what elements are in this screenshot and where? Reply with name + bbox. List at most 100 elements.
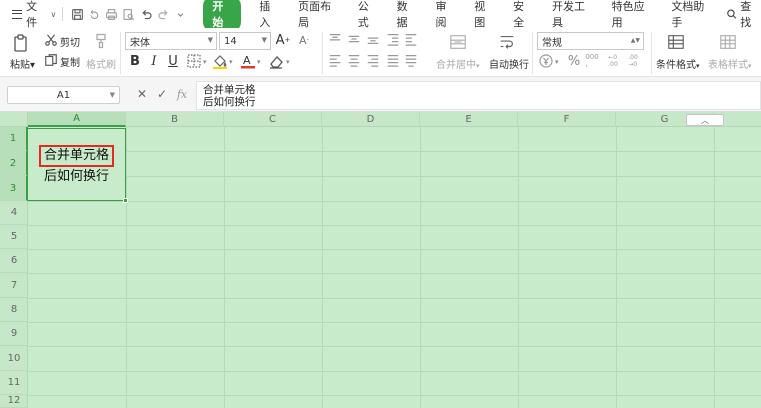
tab-review[interactable]: 审阅 xyxy=(426,0,465,29)
chevron-down-icon[interactable]: ▾ xyxy=(555,58,559,66)
row-header-12[interactable]: 12 xyxy=(0,395,28,408)
merge-center-label: 合并居中 xyxy=(436,60,476,71)
formula-input[interactable]: 合并单元格 后如何换行 xyxy=(196,81,761,110)
row-header-1[interactable]: 1 xyxy=(0,127,28,151)
row-header-10[interactable]: 10 xyxy=(0,346,28,371)
distributed-align-icon[interactable] xyxy=(404,53,418,67)
italic-button[interactable]: I xyxy=(146,53,162,69)
justify-icon[interactable] xyxy=(386,53,400,67)
chevron-down-icon[interactable]: ▾ xyxy=(229,58,233,66)
wrap-text-button[interactable]: 自动换行 xyxy=(489,56,529,71)
copy-icon[interactable] xyxy=(44,53,58,67)
search-button[interactable]: 查找 xyxy=(726,0,761,30)
row-header-9[interactable]: 9 xyxy=(0,322,28,346)
confirm-icon[interactable]: ✓ xyxy=(155,87,169,101)
row-header-2[interactable]: 2 xyxy=(0,151,28,176)
cut-button[interactable]: 剪切 xyxy=(60,34,80,49)
font-color-icon[interactable]: A xyxy=(240,53,256,69)
font-size-select[interactable]: 14 ▼ xyxy=(219,32,271,50)
undo-history-icon[interactable] xyxy=(86,5,103,23)
formula-bar: A1 ▼ ✕ ✓ fx 合并单元格 后如何换行 xyxy=(0,77,761,112)
merged-cell-a1[interactable]: 合并单元格 后如何换行 xyxy=(27,128,126,201)
print-icon[interactable] xyxy=(103,5,120,23)
insert-function-icon[interactable]: fx xyxy=(175,87,189,101)
undo-icon[interactable] xyxy=(138,5,155,23)
percent-icon[interactable]: % xyxy=(566,53,582,69)
fill-handle[interactable] xyxy=(123,198,128,203)
column-header-f[interactable]: F xyxy=(518,112,616,127)
copy-button[interactable]: 复制 xyxy=(60,54,80,69)
border-icon[interactable] xyxy=(186,53,202,69)
tab-developer[interactable]: 开发工具 xyxy=(543,0,603,29)
tab-special-apps[interactable]: 特色应用 xyxy=(603,0,663,29)
row-header-3[interactable]: 3 xyxy=(0,176,28,201)
thousands-separator-icon[interactable]: 000, xyxy=(584,53,600,69)
name-box[interactable]: A1 ▼ xyxy=(7,86,120,104)
align-center-icon[interactable] xyxy=(347,53,361,67)
table-style-button[interactable]: 表格样式▾ xyxy=(708,56,752,71)
decrease-font-size-icon[interactable]: A- xyxy=(296,32,312,48)
paste-button[interactable]: 粘贴▾ xyxy=(10,56,35,71)
cancel-icon[interactable]: ✕ xyxy=(135,87,149,101)
column-header-c[interactable]: C xyxy=(224,112,322,127)
file-menu[interactable]: 文件 ∨ xyxy=(0,0,56,29)
grid-line xyxy=(28,151,761,152)
grid-line xyxy=(28,273,761,274)
align-bottom-icon[interactable] xyxy=(366,32,380,46)
column-header-a[interactable]: A xyxy=(28,112,126,127)
align-right-icon[interactable] xyxy=(366,53,380,67)
wrap-text-icon[interactable] xyxy=(497,32,517,52)
tab-formulas[interactable]: 公式 xyxy=(349,0,388,29)
select-all-corner[interactable] xyxy=(0,112,28,127)
align-left-icon[interactable] xyxy=(328,53,342,67)
tab-page-layout[interactable]: 页面布局 xyxy=(289,0,349,29)
paste-icon[interactable] xyxy=(10,32,32,54)
underline-button[interactable]: U xyxy=(165,53,181,69)
row-header-11[interactable]: 11 xyxy=(0,371,28,395)
fill-color-icon[interactable] xyxy=(212,53,228,69)
save-icon[interactable] xyxy=(69,5,86,23)
chevron-down-icon[interactable]: ▾ xyxy=(286,58,290,66)
row-header-8[interactable]: 8 xyxy=(0,298,28,322)
increase-decimal-icon[interactable]: ←0.00 xyxy=(604,53,622,69)
tab-insert[interactable]: 插入 xyxy=(250,0,289,29)
column-header-d[interactable]: D xyxy=(322,112,420,127)
column-header-b[interactable]: B xyxy=(126,112,224,127)
row-header-7[interactable]: 7 xyxy=(0,273,28,298)
table-style-icon[interactable] xyxy=(718,32,738,52)
font-name-select[interactable]: 宋体 ▼ xyxy=(125,32,217,50)
format-painter-button[interactable]: 格式刷 xyxy=(86,56,116,71)
align-middle-icon[interactable] xyxy=(347,32,361,46)
eraser-icon[interactable] xyxy=(268,53,284,69)
redo-icon[interactable] xyxy=(155,5,172,23)
tab-doc-assistant[interactable]: 文档助手 xyxy=(662,0,722,29)
merge-center-button[interactable]: 合并居中▾ xyxy=(436,56,480,71)
indent-decrease-icon[interactable] xyxy=(386,32,400,46)
currency-icon[interactable] xyxy=(538,53,554,69)
conditional-format-button[interactable]: 条件格式▾ xyxy=(656,56,700,71)
format-painter-icon[interactable] xyxy=(92,32,110,50)
print-preview-icon[interactable] xyxy=(120,5,137,23)
chevron-down-icon[interactable]: ▾ xyxy=(257,58,261,66)
tab-home[interactable]: 开始 xyxy=(194,0,250,32)
tab-view[interactable]: 视图 xyxy=(465,0,504,29)
customize-toolbar-icon[interactable] xyxy=(172,5,189,23)
collapse-ribbon-button[interactable]: ︿ xyxy=(686,114,724,126)
row-header-4[interactable]: 4 xyxy=(0,201,28,225)
scissors-icon[interactable] xyxy=(44,33,58,47)
tab-data[interactable]: 数据 xyxy=(388,0,427,29)
chevron-down-icon[interactable]: ▾ xyxy=(203,58,207,66)
merge-cells-icon[interactable] xyxy=(448,32,468,52)
align-top-icon[interactable] xyxy=(328,32,342,46)
row-header-6[interactable]: 6 xyxy=(0,249,28,273)
bold-button[interactable]: B xyxy=(127,53,143,69)
row-header-5[interactable]: 5 xyxy=(0,225,28,249)
column-header-e[interactable]: E xyxy=(420,112,518,127)
spreadsheet-grid[interactable]: A B C D E F G ︿ 1 2 3 4 5 6 7 8 9 10 11 … xyxy=(0,112,761,408)
decrease-decimal-icon[interactable]: .00 →0 xyxy=(624,53,642,69)
conditional-format-icon[interactable] xyxy=(666,32,686,52)
tab-security[interactable]: 安全 xyxy=(504,0,543,29)
indent-increase-icon[interactable] xyxy=(404,32,418,46)
number-format-select[interactable]: 常规 ▲▼ xyxy=(537,32,644,50)
increase-font-size-icon[interactable]: A + xyxy=(275,32,291,48)
